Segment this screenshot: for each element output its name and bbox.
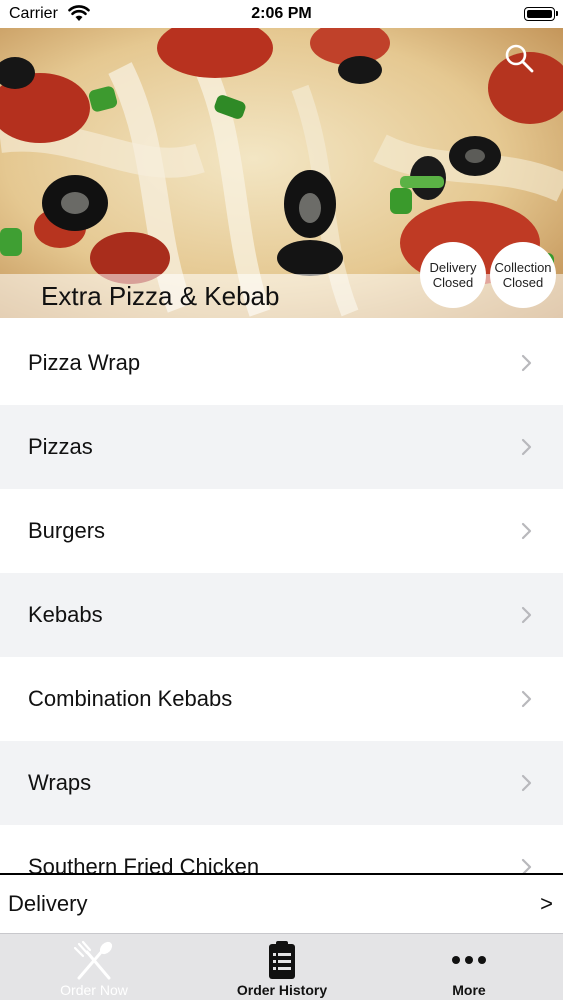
chevron-right-icon — [521, 606, 532, 624]
menu-category-label: Combination Kebabs — [28, 686, 233, 711]
tab-more[interactable]: More — [375, 934, 563, 1001]
chevron-right-icon — [521, 354, 532, 372]
menu-category-label: Pizza Wrap — [28, 350, 141, 375]
order-type-arrow-icon: > — [540, 891, 553, 916]
menu-category-label: Wraps — [28, 770, 92, 795]
battery-icon — [524, 7, 558, 21]
menu-category-row[interactable]: Kebabs — [0, 573, 563, 657]
menu-category-label: Pizzas — [28, 434, 93, 459]
chevron-right-icon — [521, 690, 532, 708]
fork-spoon-icon — [73, 940, 113, 980]
search-icon[interactable] — [503, 42, 535, 74]
tab-order-history-label: Order History — [236, 982, 328, 998]
more-dots-icon — [452, 956, 486, 964]
menu-category-label: Southern Fried Chicken — [28, 854, 260, 875]
menu-category-row[interactable]: Pizza Wrap — [0, 321, 563, 405]
collection-status-value: Closed — [502, 275, 544, 290]
menu-category-list: Pizza Wrap Pizzas Burgers Kebabs Combina… — [0, 321, 563, 875]
menu-category-row[interactable]: Pizzas — [0, 405, 563, 489]
delivery-status-badge: Delivery Closed — [420, 242, 486, 308]
menu-category-row[interactable]: Combination Kebabs — [0, 657, 563, 741]
restaurant-header: Extra Pizza & Kebab Delivery Closed Coll… — [0, 28, 563, 318]
menu-category-label: Burgers — [28, 518, 106, 543]
clipboard-list-icon — [269, 941, 295, 979]
restaurant-name: Extra Pizza & Kebab — [41, 281, 280, 311]
tab-order-history[interactable]: Order History — [188, 934, 376, 1001]
delivery-status-label: Delivery — [429, 260, 477, 275]
status-bar: Carrier 2:06 PM — [0, 0, 563, 28]
chevron-right-icon — [521, 522, 532, 540]
collection-status-badge: Collection Closed — [490, 242, 556, 308]
menu-category-label: Kebabs — [28, 602, 103, 627]
menu-category-row[interactable]: Southern Fried Chicken — [0, 825, 563, 875]
chevron-right-icon — [521, 774, 532, 792]
tab-bar: Order Now Order History More — [0, 933, 563, 1000]
delivery-status-value: Closed — [432, 275, 474, 290]
collection-status-label: Collection — [494, 260, 552, 275]
order-type-label: Delivery — [8, 891, 88, 916]
menu-category-row[interactable]: Burgers — [0, 489, 563, 573]
chevron-right-icon — [521, 438, 532, 456]
tab-order-now-label: Order Now — [60, 982, 128, 998]
tab-more-label: More — [452, 982, 486, 998]
clock: 2:06 PM — [251, 5, 312, 22]
tab-order-now[interactable]: Order Now — [0, 934, 188, 1001]
order-type-selector[interactable]: Delivery > — [0, 873, 563, 933]
menu-category-row[interactable]: Wraps — [0, 741, 563, 825]
